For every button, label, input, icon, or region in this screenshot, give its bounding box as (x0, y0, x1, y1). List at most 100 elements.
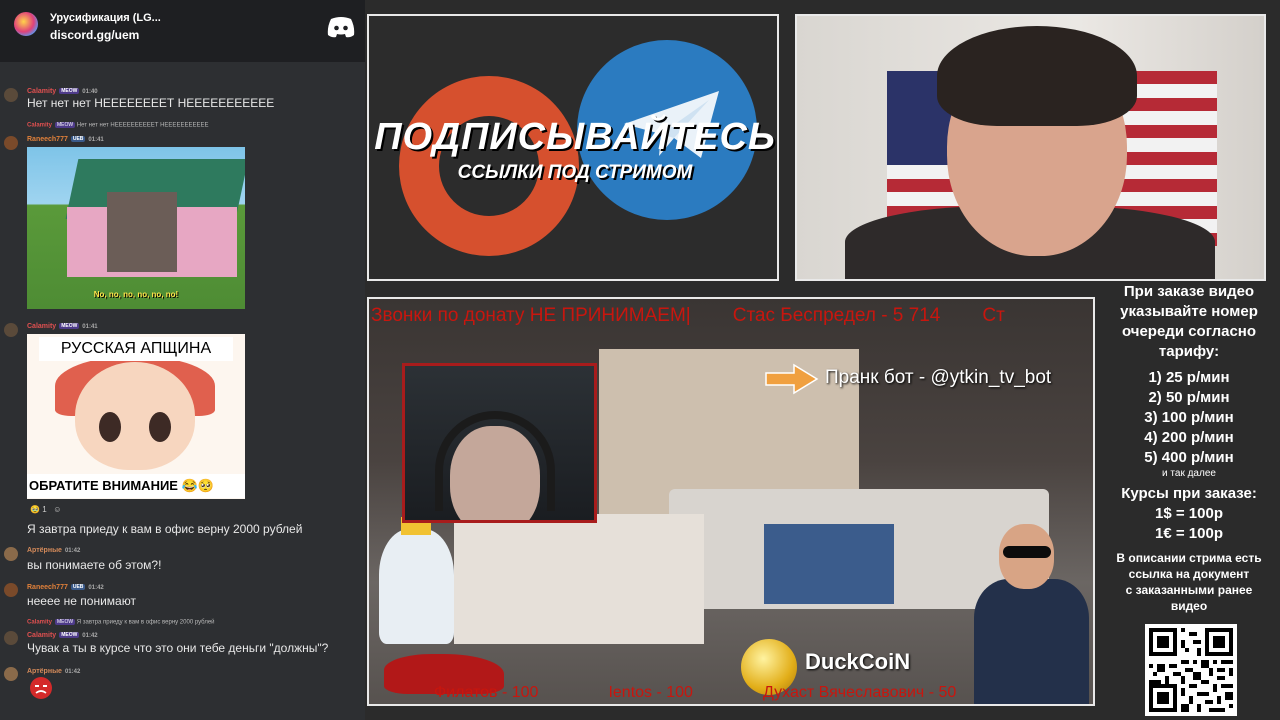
timestamp: 01:41 (88, 137, 104, 143)
desk (454, 514, 704, 644)
qr-code[interactable] (1145, 624, 1237, 716)
streamer-hair (937, 26, 1137, 126)
meme-top-text: РУССКАЯ АПЩИНА (39, 337, 233, 361)
reply-text: Нет нет нет НЕЕЕЕЕЕЕЕЕЕТ НЕЕЕЕЕЕЕЕЕЕЕ (76, 122, 209, 129)
prank-bot-label: Пранк бот - @ytkin_tv_bot (825, 367, 1052, 388)
stream-layout: Урусификация (LG... discord.gg/uem Calam… (0, 0, 1280, 720)
sunglasses (1003, 546, 1051, 558)
tariff-line: 2) 50 р/мин (1148, 389, 1230, 406)
message-author[interactable]: Calamity MEOW 01:42 (27, 632, 98, 639)
timestamp: 01:42 (64, 548, 81, 554)
avatar[interactable] (4, 88, 18, 102)
top-donation-ticker: Звонки по донату НЕ ПРИНИМАЕМ| Стас Беспр… (371, 305, 1005, 327)
desc-line: ссылка на документ (1128, 567, 1250, 581)
info-line: указывайте номер (1120, 303, 1258, 320)
streamer-webcam (795, 14, 1266, 281)
role-badge: UEB (70, 136, 86, 143)
author-name[interactable]: Calamity (27, 323, 56, 330)
image-caption: No, no, no, no, no, no! (93, 290, 179, 299)
desc-line: В описании стрима есть (1116, 551, 1262, 565)
message-author[interactable]: Calamity MEOW 01:41 (27, 323, 98, 330)
ticker-item: Ст (982, 305, 1005, 326)
ticker-item: Филатов - 100 (434, 684, 539, 701)
message-text: Я завтра приеду к вам в офис верну 2000 … (27, 522, 303, 536)
arrow-right-icon (765, 363, 819, 395)
message-author[interactable]: Артёрные 01:42 (27, 668, 80, 675)
server-name: Урусификация (LG... (50, 12, 161, 24)
avatar[interactable] (4, 323, 18, 337)
server-header: Урусификация (LG... discord.gg/uem (0, 0, 365, 62)
role-badge: MEOW (55, 122, 76, 128)
attached-image-anime-meme[interactable]: РУССКАЯ АПЩИНА ОБРАТИТЕ ВНИМАНИЕ 😂🥺 (27, 334, 245, 499)
meme-bottom-text: ОБРАТИТЕ ВНИМАНИЕ 😂🥺 (27, 474, 245, 498)
timestamp: 01:42 (64, 669, 81, 675)
subscribe-promo-panel: ПОДПИСЫВАЙТЕСЬ ССЫЛКИ ПОД СТРИМОМ (367, 14, 779, 281)
image-eye (99, 412, 121, 442)
promo-subtitle: ССЫЛКИ ПОД СТРИМОМ (457, 162, 693, 183)
reply-preview[interactable]: Calamity MEOW Я завтра приеду к вам в офи… (27, 619, 215, 626)
message-text: вы понимаете об этом?! (27, 558, 162, 572)
discord-chat-overlay: Урусификация (LG... discord.gg/uem Calam… (0, 0, 365, 720)
desc-line: видео (1170, 599, 1208, 613)
desc-line: с заказанными ранее (1125, 583, 1253, 597)
reaction-bar[interactable]: 🥹 1 ☺ (30, 505, 61, 514)
order-info-panel: При заказе видео указывайте номер очеред… (1098, 282, 1280, 720)
main-stream-view: Звонки по донату НЕ ПРИНИМАЕМ| Стас Беспр… (367, 297, 1095, 706)
bottom-donation-ticker: Филатов - 100 Ientos - 100 Духаст Вячеслав… (434, 684, 1026, 702)
message-author[interactable]: Артёрные 01:42 (27, 547, 80, 554)
reaction-count: 1 (42, 505, 47, 514)
author-name[interactable]: Calamity (27, 88, 56, 95)
timestamp: 01:42 (82, 633, 98, 639)
image-hole (107, 192, 177, 272)
author-name[interactable]: Raneech777 (27, 136, 68, 143)
author-name[interactable]: Calamity (27, 632, 56, 639)
role-badge: UEB (70, 584, 86, 591)
ticker-item: Духаст Вячеславович - 50 (762, 684, 957, 701)
server-invite-link[interactable]: discord.gg/uem (50, 28, 139, 42)
timestamp: 01:40 (82, 89, 98, 95)
tariff-line: 5) 400 р/мин (1144, 449, 1234, 466)
tariff-line: 1) 25 р/мин (1148, 369, 1230, 386)
message-author[interactable]: Calamity MEOW 01:40 (27, 88, 98, 95)
avatar[interactable] (4, 583, 18, 597)
server-icon (14, 12, 38, 36)
guest-face (450, 426, 540, 520)
tariff-line: 3) 100 р/мин (1144, 409, 1234, 426)
rate-line: 1$ = 100р (1155, 505, 1223, 522)
duck-coin-label: DuckCoiN (805, 649, 911, 674)
tariff-line: 4) 200 р/мин (1144, 429, 1234, 446)
timestamp: 01:42 (88, 585, 104, 591)
angry-emoji-icon (30, 677, 52, 699)
info-line: тарифу: (1158, 343, 1220, 360)
author-name[interactable]: Raneech777 (27, 584, 68, 591)
message-text: нееее не понимают (27, 594, 136, 608)
avatar[interactable] (4, 136, 18, 150)
rates-title: Курсы при заказе: (1121, 485, 1257, 502)
author-name[interactable]: Артёрные (27, 668, 62, 675)
message-author[interactable]: Raneech777 UEB 01:42 (27, 584, 104, 591)
avatar[interactable] (4, 547, 18, 561)
info-line: При заказе видео (1123, 283, 1255, 300)
attached-image-cartoon-house[interactable]: No, no, no, no, no, no! (27, 147, 245, 309)
reply-author: Calamity (27, 122, 53, 129)
info-line: очереди согласно (1121, 323, 1257, 340)
role-badge: MEOW (59, 88, 80, 95)
ticker-item: Стас Беспредел - 5 714 (732, 305, 941, 326)
role-badge: MEOW (55, 619, 76, 625)
author-name[interactable]: Артёрные (27, 547, 62, 554)
message-text: Чувак а ты в курсе что это они тебе день… (27, 641, 329, 655)
blanket (764, 524, 894, 604)
avatar[interactable] (4, 667, 18, 681)
message-author[interactable]: Raneech777 UEB 01:41 (27, 136, 104, 143)
reply-text: Я завтра приеду к вам в офис верну 2000 … (76, 619, 215, 626)
reply-preview[interactable]: Calamity MEOW Нет нет нет НЕЕЕЕЕЕЕЕЕЕТ НЕ… (27, 122, 208, 129)
promo-title: ПОДПИСЫВАЙТЕСЬ (374, 116, 776, 158)
thumbs-up-man-figure (969, 524, 1089, 704)
discord-logo-icon (327, 17, 355, 38)
rate-line: 1€ = 100р (1155, 525, 1223, 542)
avatar[interactable] (4, 631, 18, 645)
tariff-etc: и так далее (1162, 468, 1216, 479)
message-text: Нет нет нет НЕЕЕЕЕЕЕЕТ НЕЕЕЕЕЕЕЕЕЕЕ (27, 96, 275, 110)
ice-king-figure (379, 517, 454, 644)
timestamp: 01:41 (82, 324, 98, 330)
